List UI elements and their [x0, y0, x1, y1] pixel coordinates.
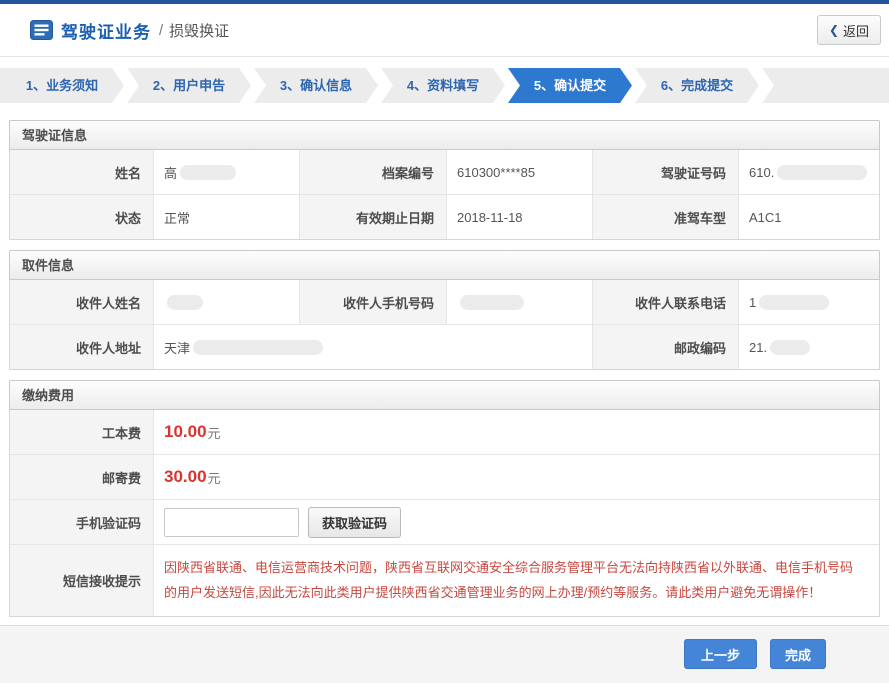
prev-step-button[interactable]: 上一步 [684, 639, 757, 669]
table-row: 短信接收提示 因陕西省联通、电信运营商技术问题，陕西省互联网交通安全综合服务管理… [10, 544, 879, 616]
page-title: 驾驶证业务 [61, 18, 151, 43]
work-fee-unit: 元 [208, 423, 221, 442]
section-fees: 缴纳费用 工本费 10.00元 邮寄费 30.00元 手机验证码 获取验证码 [9, 380, 880, 617]
redaction-smudge [460, 295, 524, 310]
section-title-pickup: 取件信息 [9, 250, 880, 280]
redaction-smudge [167, 295, 203, 310]
step-label: 5、确认提交 [534, 78, 606, 93]
table-row: 邮寄费 30.00元 [10, 454, 879, 499]
table-row: 工本费 10.00元 [10, 410, 879, 454]
fees-table: 工本费 10.00元 邮寄费 30.00元 手机验证码 获取验证码 短信接收提示 [9, 410, 880, 617]
work-fee-label: 工本费 [10, 410, 153, 454]
postcode-label: 邮政编码 [592, 325, 738, 369]
step-label: 3、确认信息 [280, 78, 352, 93]
address-value-text: 天津 [164, 338, 190, 357]
address-label: 收件人地址 [10, 325, 153, 369]
license-no-value: 610. [738, 150, 879, 194]
step-6-complete-submit: 6、完成提交 [635, 68, 759, 103]
recipient-phone-value-text: 1 [749, 295, 756, 310]
postcode-value: 21. [738, 325, 879, 369]
recipient-phone-value: 1 [738, 280, 879, 324]
recipient-name-label: 收件人姓名 [10, 280, 153, 324]
breadcrumb-separator: / [159, 22, 163, 39]
back-button-label: 返回 [843, 21, 869, 40]
vehicle-type-value: A1C1 [738, 195, 879, 239]
sms-notice-cell: 因陕西省联通、电信运营商技术问题，陕西省互联网交通安全综合服务管理平台无法向持陕… [153, 545, 879, 616]
step-label: 2、用户申告 [153, 78, 225, 93]
section-license-info: 驾驶证信息 姓名 高 档案编号 610300****85 驾驶证号码 610. … [9, 120, 880, 240]
sms-notice-label: 短信接收提示 [10, 545, 153, 616]
back-button[interactable]: ❮ 返回 [817, 15, 881, 45]
step-label: 4、资料填写 [407, 78, 479, 93]
recipient-mobile-label: 收件人手机号码 [299, 280, 446, 324]
get-sms-code-button[interactable]: 获取验证码 [308, 507, 401, 538]
license-info-table: 姓名 高 档案编号 610300****85 驾驶证号码 610. 状态 正常 … [9, 150, 880, 240]
section-title-fees: 缴纳费用 [9, 380, 880, 410]
sms-notice-text: 因陕西省联通、电信运营商技术问题，陕西省互联网交通安全综合服务管理平台无法向持陕… [164, 545, 879, 616]
pickup-info-table: 收件人姓名 收件人手机号码 收件人联系电话 1 收件人地址 天津 邮政编码 21… [9, 280, 880, 370]
step-2-user-declaration: 2、用户申告 [127, 68, 251, 103]
step-label: 6、完成提交 [661, 78, 733, 93]
name-label: 姓名 [10, 150, 153, 194]
section-pickup-info: 取件信息 收件人姓名 收件人手机号码 收件人联系电话 1 收件人地址 天津 邮政… [9, 250, 880, 370]
postcode-value-text: 21. [749, 340, 767, 355]
step-progress-bar: 1、业务须知 2、用户申告 3、确认信息 4、资料填写 5、确认提交 6、完成提… [0, 68, 889, 103]
address-value: 天津 [153, 325, 592, 369]
table-row: 收件人姓名 收件人手机号码 收件人联系电话 1 [10, 280, 879, 324]
breadcrumb-current: 损毁换证 [169, 20, 229, 41]
vehicle-type-label: 准驾车型 [592, 195, 738, 239]
work-fee-value: 10.00元 [153, 410, 879, 454]
step-4-fill-data: 4、资料填写 [381, 68, 505, 103]
table-row: 姓名 高 档案编号 610300****85 驾驶证号码 610. [10, 150, 879, 194]
step-1-business-notice: 1、业务须知 [0, 68, 124, 103]
section-title-license: 驾驶证信息 [9, 120, 880, 150]
license-no-value-text: 610. [749, 165, 774, 180]
post-fee-value: 30.00元 [153, 455, 879, 499]
footer-action-bar: 上一步 完成 [0, 625, 889, 683]
sms-code-cell: 获取验证码 [153, 500, 879, 544]
step-bar-tail [762, 68, 889, 103]
sms-code-label: 手机验证码 [10, 500, 153, 544]
recipient-mobile-value [446, 280, 592, 324]
step-3-confirm-info: 3、确认信息 [254, 68, 378, 103]
page: 驾驶证业务 / 损毁换证 ❮ 返回 1、业务须知 2、用户申告 3、确认信息 4… [0, 0, 889, 683]
redaction-smudge [180, 165, 236, 180]
name-value: 高 [153, 150, 299, 194]
table-row: 状态 正常 有效期止日期 2018-11-18 准驾车型 A1C1 [10, 194, 879, 239]
redaction-smudge [193, 340, 323, 355]
work-fee-amount: 10.00 [164, 422, 207, 442]
table-row: 手机验证码 获取验证码 [10, 499, 879, 544]
post-fee-label: 邮寄费 [10, 455, 153, 499]
main-content: 驾驶证信息 姓名 高 档案编号 610300****85 驾驶证号码 610. … [0, 103, 889, 617]
file-no-value: 610300****85 [446, 150, 592, 194]
status-value: 正常 [153, 195, 299, 239]
step-5-confirm-submit-active: 5、确认提交 [508, 68, 632, 103]
chevron-left-icon: ❮ [829, 23, 839, 37]
recipient-name-value [153, 280, 299, 324]
file-no-label: 档案编号 [299, 150, 446, 194]
license-service-icon [30, 20, 53, 40]
page-header: 驾驶证业务 / 损毁换证 ❮ 返回 [0, 4, 889, 57]
recipient-phone-label: 收件人联系电话 [592, 280, 738, 324]
expiry-value: 2018-11-18 [446, 195, 592, 239]
step-label: 1、业务须知 [26, 78, 98, 93]
post-fee-amount: 30.00 [164, 467, 207, 487]
table-row: 收件人地址 天津 邮政编码 21. [10, 324, 879, 369]
redaction-smudge [759, 295, 829, 310]
post-fee-unit: 元 [208, 468, 221, 487]
sms-code-input[interactable] [164, 508, 299, 537]
status-label: 状态 [10, 195, 153, 239]
name-value-text: 高 [164, 163, 177, 182]
redaction-smudge [777, 165, 867, 180]
redaction-smudge [770, 340, 810, 355]
breadcrumb: 驾驶证业务 / 损毁换证 [30, 18, 229, 43]
license-no-label: 驾驶证号码 [592, 150, 738, 194]
expiry-label: 有效期止日期 [299, 195, 446, 239]
finish-button[interactable]: 完成 [770, 639, 826, 669]
